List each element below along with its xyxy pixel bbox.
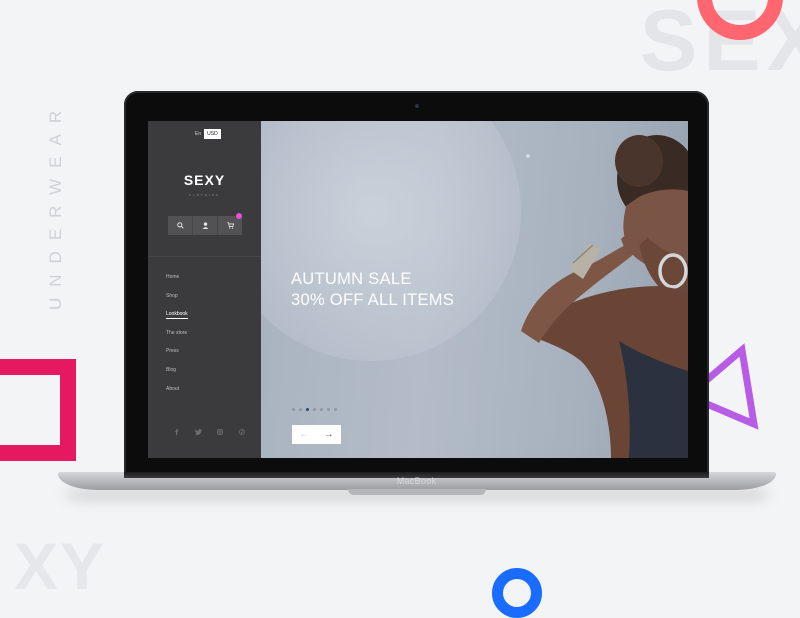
background-letters-bottom: XY xyxy=(14,529,107,603)
nav-item-press[interactable]: Press xyxy=(166,346,188,365)
slider-dot[interactable] xyxy=(334,408,337,411)
cart-icon xyxy=(226,222,234,229)
account-button[interactable] xyxy=(192,216,217,235)
decor-square-outline xyxy=(0,359,76,461)
main-nav: Home Shop Lookbook The store Press Blog … xyxy=(166,272,188,402)
site-logo-subtitle: CLOTHING xyxy=(188,193,221,197)
locale-switch: En USD xyxy=(192,129,221,139)
laptop-notch xyxy=(348,489,486,495)
vertical-word-underwear: UNDERWEAR xyxy=(46,99,65,310)
header-icon-bar xyxy=(168,216,242,235)
hero-banner: AUTUMN SALE 30% OFF ALL ITEMS ← → xyxy=(261,121,688,458)
instagram-icon xyxy=(217,429,223,435)
search-icon xyxy=(176,222,184,229)
hero-headline-line-1: AUTUMN SALE xyxy=(291,270,412,288)
pinterest-icon xyxy=(239,429,245,435)
laptop-brand-label: MacBook xyxy=(396,476,437,486)
twitter-link[interactable] xyxy=(187,429,209,435)
hero-headline: AUTUMN SALE 30% OFF ALL ITEMS xyxy=(291,269,454,311)
nav-item-blog[interactable]: Blog xyxy=(166,365,188,384)
hero-headline-line-2: 30% OFF ALL ITEMS xyxy=(291,291,455,309)
cart-badge xyxy=(236,213,242,219)
nav-item-about[interactable]: About xyxy=(166,384,188,403)
decor-ring-bottom xyxy=(492,568,542,618)
facebook-icon xyxy=(174,429,178,435)
slider-controls: ← → xyxy=(292,425,341,444)
pinterest-link[interactable] xyxy=(231,429,253,435)
laptop-screen: En USD SEXY CLOTHING Home Shop Lookbook … xyxy=(148,121,688,458)
nav-item-shop[interactable]: Shop xyxy=(166,291,188,310)
slider-dot[interactable] xyxy=(327,408,330,411)
nav-item-lookbook[interactable]: Lookbook xyxy=(166,309,188,328)
sidebar: En USD SEXY CLOTHING Home Shop Lookbook … xyxy=(148,121,261,458)
nav-item-the-store[interactable]: The store xyxy=(166,328,188,347)
facebook-link[interactable] xyxy=(165,429,187,435)
language-selector[interactable]: En xyxy=(192,129,204,139)
webcam xyxy=(415,104,419,108)
instagram-link[interactable] xyxy=(209,429,231,435)
slider-dot-active[interactable] xyxy=(306,408,309,411)
sidebar-divider xyxy=(148,256,261,257)
slider-dots xyxy=(292,408,341,411)
site-logo[interactable]: SEXY xyxy=(148,172,261,188)
nav-item-home[interactable]: Home xyxy=(166,272,188,291)
slider-dot[interactable] xyxy=(320,408,323,411)
slider-dot[interactable] xyxy=(292,408,295,411)
slider-dot[interactable] xyxy=(313,408,316,411)
user-icon xyxy=(202,222,208,229)
twitter-icon xyxy=(194,429,202,435)
slider-dot[interactable] xyxy=(299,408,302,411)
search-button[interactable] xyxy=(168,216,192,235)
currency-selector[interactable]: USD xyxy=(204,129,221,139)
next-slide-button[interactable]: → xyxy=(324,429,334,440)
social-links xyxy=(165,429,253,435)
previous-slide-button[interactable]: ← xyxy=(299,429,309,440)
hero-model-photo xyxy=(521,135,688,458)
